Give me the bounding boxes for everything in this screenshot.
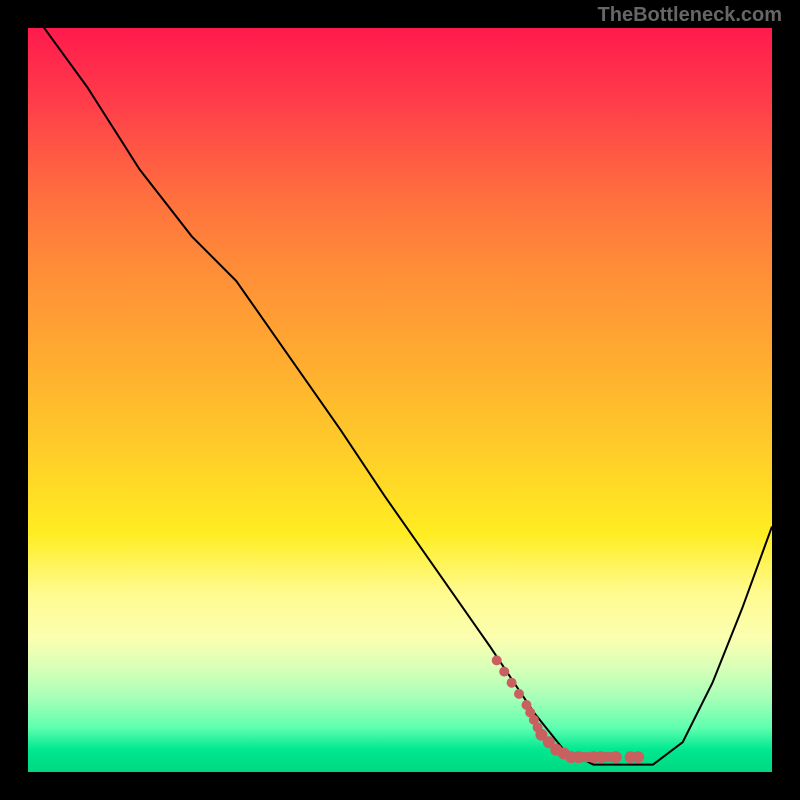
attribution-text: TheBottleneck.com — [598, 4, 782, 27]
optimal-region-marks — [28, 28, 772, 772]
chart-plot-area — [28, 28, 772, 772]
